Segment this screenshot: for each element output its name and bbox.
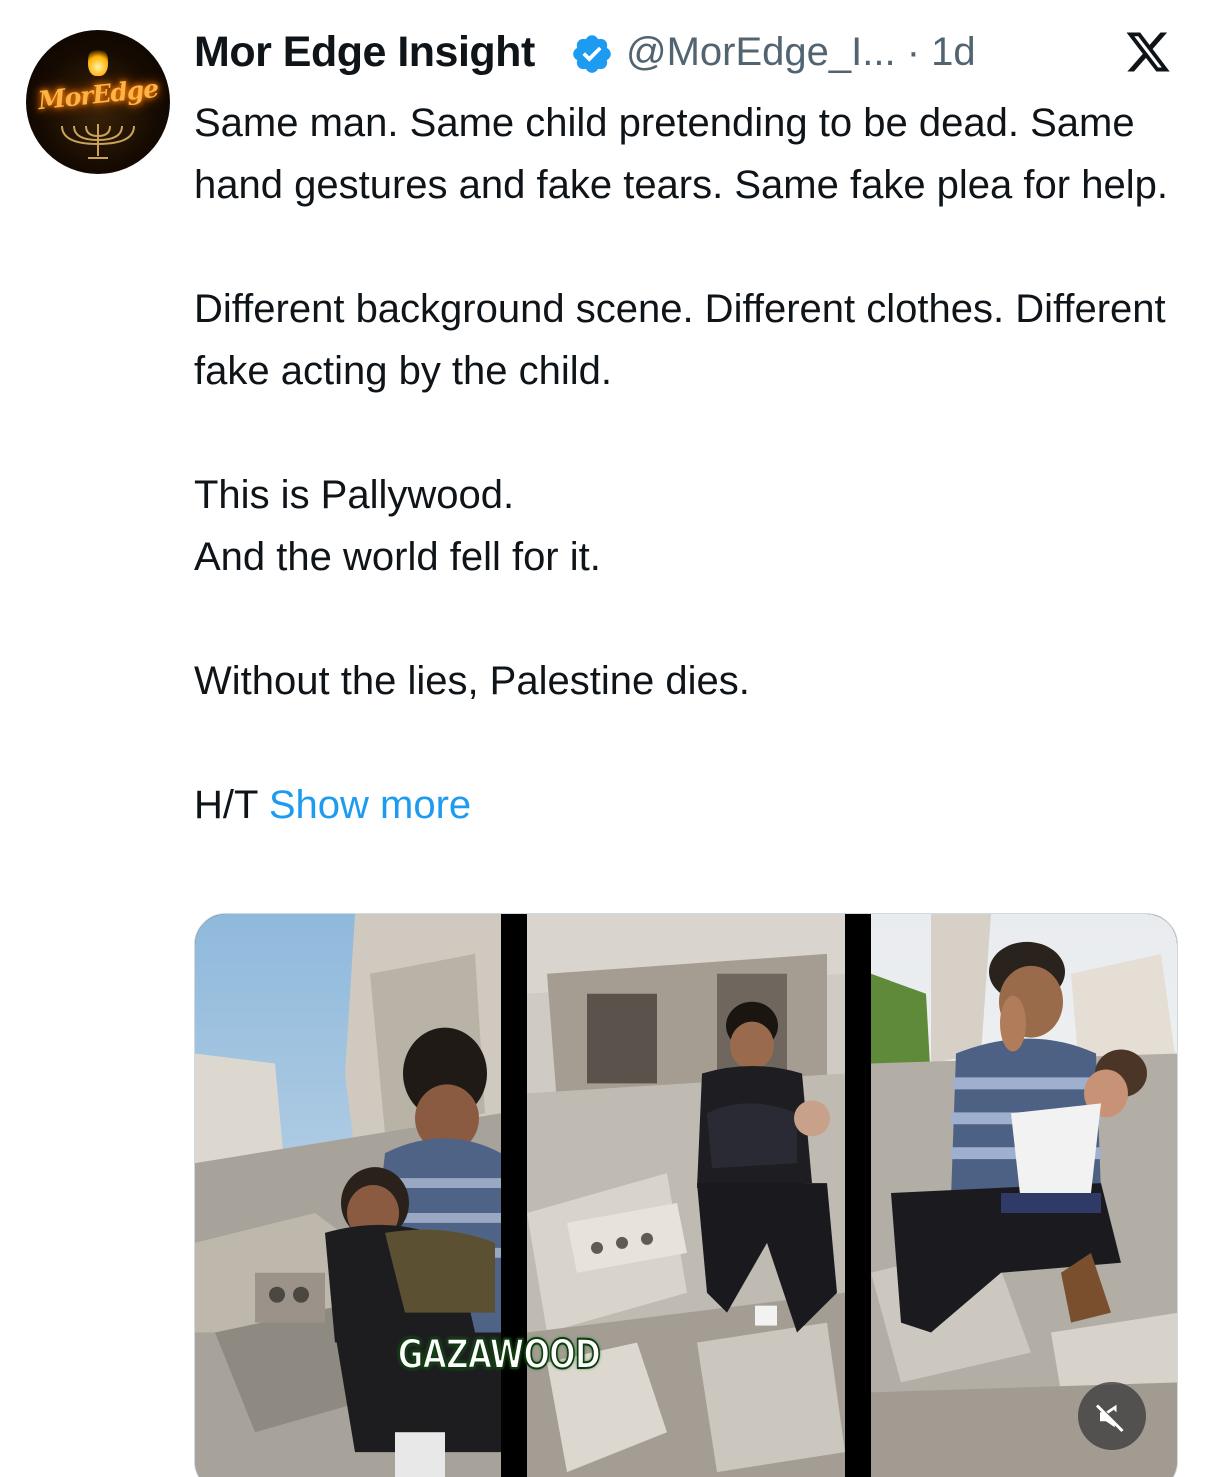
tweet-paragraph-3-line-1: This is Pallywood.: [194, 473, 515, 517]
video-frame-left: [195, 914, 501, 1477]
tweet-card[interactable]: MorEdge Mor Edge Insight @MorEdge_I... ·…: [0, 0, 1206, 1477]
tweet-header: Mor Edge Insight @MorEdge_I... · 1d: [194, 26, 1176, 82]
tweet-paragraph-3-line-2: And the world fell for it.: [194, 535, 601, 579]
handle-and-time[interactable]: @MorEdge_I... · 1d: [626, 30, 976, 75]
avatar-logo-text: MorEdge: [36, 73, 160, 116]
tweet-paragraph-1: Same man. Same child pretending to be de…: [194, 101, 1168, 207]
x-logo-icon[interactable]: [1122, 28, 1174, 76]
hat-tip-prefix: H/T: [194, 783, 269, 827]
show-more-link[interactable]: Show more: [269, 783, 471, 827]
tweet-paragraph-2: Different background scene. Different cl…: [194, 287, 1166, 393]
timestamp[interactable]: 1d: [931, 30, 976, 74]
muted-speaker-icon: [1095, 1404, 1124, 1433]
tweet-text: Same man. Same child pretending to be de…: [194, 92, 1184, 836]
verified-badge-icon[interactable]: [570, 32, 614, 76]
tweet-paragraph-5: H/T Show more: [194, 774, 1184, 836]
video-frame-center: [527, 914, 845, 1477]
flame-icon: [88, 46, 108, 76]
avatar[interactable]: MorEdge: [26, 30, 170, 174]
time-separator: ·: [895, 30, 932, 74]
mute-toggle-button[interactable]: [1078, 1382, 1146, 1450]
menorah-icon: [61, 124, 135, 159]
handle[interactable]: @MorEdge_I...: [626, 30, 896, 74]
video-media[interactable]: [194, 913, 1178, 1477]
display-name[interactable]: Mor Edge Insight: [194, 28, 535, 77]
video-caption: GAZAWOOD: [397, 1331, 602, 1379]
tweet-paragraph-4: Without the lies, Palestine dies.: [194, 659, 750, 703]
